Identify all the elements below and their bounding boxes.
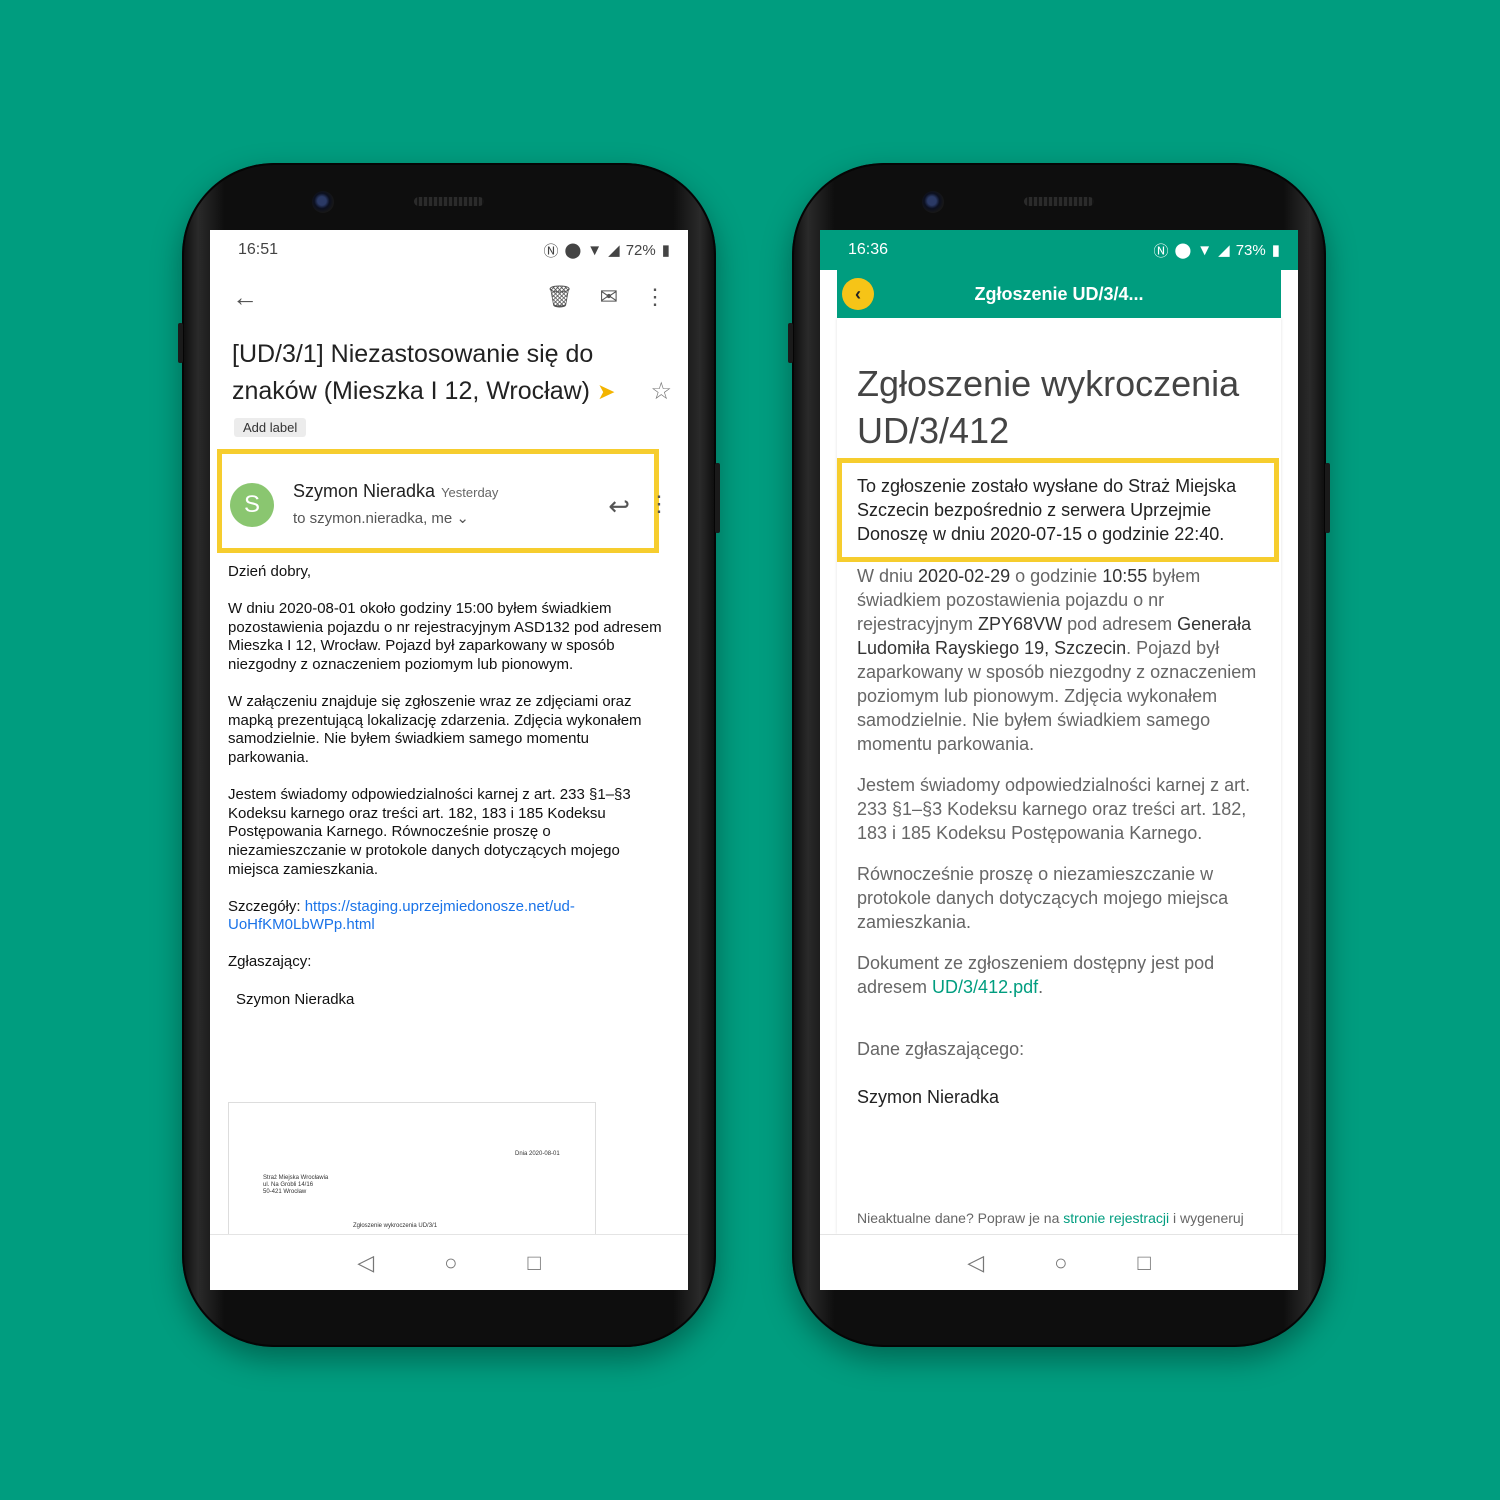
phone-right: 16:36 Ⓝ ⬤ ▼ ◢ 73% ▮ ‹ Zgłoszenie UD/3/4.… [788, 163, 1330, 1347]
nav-home-icon[interactable]: ○ [444, 1250, 457, 1276]
nav-recents-icon[interactable]: □ [1137, 1250, 1150, 1276]
report-paragraph-4: Dokument ze zgłoszeniem dostępny jest po… [857, 953, 1215, 997]
trash-icon[interactable]: 🗑 [546, 284, 574, 310]
more-vert-icon[interactable]: ⋮ [644, 284, 666, 310]
app-header: ‹ Zgłoszenie UD/3/4... [837, 270, 1281, 318]
location-icon: ⬤ [1174, 242, 1192, 259]
reply-icon[interactable]: ↩ [608, 491, 630, 522]
nfc-icon: Ⓝ [1153, 242, 1169, 260]
add-label-chip[interactable]: Add label [234, 418, 307, 437]
page-title: Zgłoszenie wykroczenia UD/3/412 [857, 363, 1240, 451]
back-button[interactable]: ‹ [842, 278, 874, 310]
pdf-link[interactable]: UD/3/412.pdf [932, 977, 1038, 997]
status-time: 16:51 [238, 241, 279, 258]
mail-icon[interactable]: ✉ [600, 284, 618, 310]
report-paragraph-3: Równocześnie proszę o niezamieszczanie w… [857, 864, 1229, 932]
attachment-addr-1: Straż Miejska Wrocławia [263, 1175, 329, 1181]
signal-icon: ◢ [1218, 242, 1230, 259]
nav-recents-icon[interactable]: □ [527, 1250, 540, 1276]
location-icon: ⬤ [564, 242, 582, 259]
star-icon[interactable]: ☆ [650, 373, 672, 410]
power-key [1325, 463, 1330, 533]
status-bar: 16:51 Ⓝ ⬤ ▼ ◢ 72% ▮ [210, 230, 688, 270]
volume-key [788, 323, 793, 363]
important-marker-icon[interactable]: ➤ [597, 379, 615, 404]
battery-label: 72% [625, 241, 656, 259]
volume-key [178, 323, 183, 363]
email-body: Dzień dobry, W dniu 2020-08-01 około god… [210, 553, 688, 1009]
message-more-icon[interactable]: ⋮ [648, 491, 670, 517]
reporter-name: Szymon Nieradka [857, 1087, 1000, 1107]
nfc-icon: Ⓝ [543, 242, 559, 260]
wifi-icon: ▼ [1197, 241, 1213, 259]
email-subject: [UD/3/1] Niezastosowanie się do znaków (… [210, 324, 688, 410]
attachment-addr-2: ul. Na Grobli 14/16 [263, 1182, 314, 1188]
body-paragraph-1: W dniu 2020-08-01 około godziny 15:00 by… [228, 600, 662, 673]
incident-date: 2020-02-29 [918, 566, 1011, 586]
front-camera [922, 191, 944, 213]
status-time: 16:36 [848, 241, 889, 258]
power-key [715, 463, 720, 533]
attachment-addr-3: 50-421 Wrocław [263, 1189, 307, 1195]
registration-link[interactable]: stronie rejestracji [1063, 1210, 1169, 1226]
signal-icon: ◢ [608, 242, 620, 259]
greeting: Dzień dobry, [228, 563, 312, 580]
earpiece-speaker [414, 197, 484, 206]
webapp-screen: 16:36 Ⓝ ⬤ ▼ ◢ 73% ▮ ‹ Zgłoszenie UD/3/4.… [820, 230, 1298, 1290]
nav-home-icon[interactable]: ○ [1054, 1250, 1067, 1276]
android-nav-bar: ◁ ○ □ [820, 1234, 1298, 1290]
report-paragraph-1: W dniu 2020-02-29 o godzinie 10:55 byłem… [857, 566, 1257, 754]
battery-label: 73% [1235, 241, 1266, 259]
recipients[interactable]: to szymon.nieradka, me ⌄ [293, 509, 469, 527]
front-camera [312, 191, 334, 213]
body-paragraph-2: W załączeniu znajduje się zgłoszenie wra… [228, 693, 642, 766]
gmail-toolbar: ← 🗑 ✉ ⋮ [210, 270, 688, 324]
nav-back-icon[interactable]: ◁ [967, 1250, 984, 1276]
sender-row[interactable]: S Szymon Nieradka Yesterday to szymon.nie… [210, 449, 688, 553]
reporter-name: Szymon Nieradka [236, 990, 355, 1008]
body-paragraph-3: Jestem świadomy odpowiedzialności karnej… [228, 786, 631, 878]
report-content: Zgłoszenie wykroczenia UD/3/412 To zgłos… [857, 360, 1267, 1126]
phone-left: 16:51 Ⓝ ⬤ ▼ ◢ 72% ▮ ← 🗑 ✉ ⋮ [UD/3/1] Nie… [178, 163, 720, 1347]
sent-notice: To zgłoszenie zostało wysłane do Straż M… [857, 476, 1237, 544]
earpiece-speaker [1024, 197, 1094, 206]
status-bar: 16:36 Ⓝ ⬤ ▼ ◢ 73% ▮ [820, 230, 1298, 270]
avatar: S [230, 483, 274, 527]
pdf-attachment-preview[interactable]: Dnia 2020-08-01 Straż Miejska Wrocławia … [228, 1102, 596, 1242]
arrow-back-icon[interactable]: ← [232, 282, 520, 313]
battery-icon: ▮ [1271, 242, 1280, 259]
footer-note: Nieaktualne dane? Popraw je na stronie r… [857, 1210, 1244, 1226]
chevron-left-icon: ‹ [855, 283, 861, 304]
android-nav-bar: ◁ ○ □ [210, 1234, 688, 1290]
attachment-title: Zgłoszenie wykroczenia UD/3/1 [353, 1223, 438, 1229]
reporter-label: Zgłaszający: [228, 953, 312, 971]
report-paragraph-2: Jestem świadomy odpowiedzialności karnej… [857, 775, 1251, 843]
plate-number: ZPY68VW [978, 614, 1063, 634]
attachment-date: Dnia 2020-08-01 [515, 1151, 560, 1157]
reporter-label: Dane zgłaszającego: [857, 1039, 1025, 1059]
battery-icon: ▮ [661, 242, 670, 259]
incident-time: 10:55 [1102, 566, 1148, 586]
sent-time: Yesterday [441, 485, 499, 500]
subject-text: [UD/3/1] Niezastosowanie się do znaków (… [232, 340, 594, 405]
wifi-icon: ▼ [587, 241, 603, 259]
nav-back-icon[interactable]: ◁ [357, 1250, 374, 1276]
details-line: Szczegóły: https://staging.uprzejmiedono… [228, 897, 575, 934]
header-title: Zgłoszenie UD/3/4... [974, 283, 1144, 304]
sender-name: Szymon Nieradka Yesterday [293, 481, 499, 501]
gmail-screen: 16:51 Ⓝ ⬤ ▼ ◢ 72% ▮ ← 🗑 ✉ ⋮ [UD/3/1] Nie… [210, 230, 688, 1290]
chevron-down-icon[interactable]: ⌄ [456, 510, 469, 527]
